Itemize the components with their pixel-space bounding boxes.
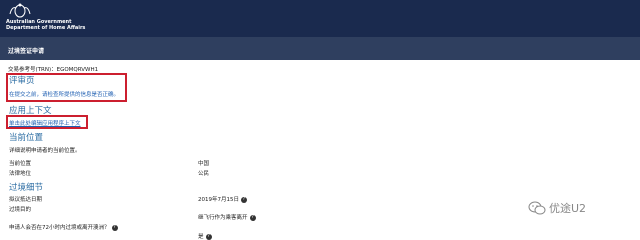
transit-purpose-label: 过境目的 (9, 207, 32, 213)
help-icon[interactable]: ? (205, 233, 212, 240)
transit-72h-question: 申请人会否在72小时内过境或离开澳洲？? (9, 223, 118, 231)
coat-of-arms-icon (9, 3, 31, 18)
transit-72h-question-text: 申请人会否在72小时内过境或离开澳洲？ (9, 225, 110, 231)
help-icon[interactable]: ? (249, 214, 256, 221)
gov-name: Australian Government Department of Home… (6, 19, 85, 31)
gov-header: Australian Government Department of Home… (0, 0, 640, 37)
legal-status-value: 公民 (198, 171, 210, 177)
transit-purpose-field: 继飞行作为乘客离开? (198, 213, 256, 221)
watermark: 优途U2 (528, 200, 586, 216)
edit-context-link[interactable]: 单击此处编辑应用程序上下文 (9, 119, 81, 127)
wechat-icon (528, 201, 546, 215)
help-icon[interactable]: ? (241, 196, 247, 203)
location-heading: 当前位置 (9, 133, 44, 143)
gov-line-2: Department of Home Affairs (6, 25, 86, 31)
transit-72h-field: 是? (198, 232, 212, 240)
arrival-date-value: 2019年7月15日 (198, 197, 239, 203)
current-location-value: 中国 (198, 161, 210, 167)
review-heading: 评审页 (9, 76, 35, 86)
transit-purpose-value: 继飞行作为乘客离开 (198, 215, 248, 221)
app-title: 过境签证申请 (8, 48, 45, 55)
legal-status-label: 法律地位 (9, 171, 32, 177)
location-desc: 详细说明申请者的当前位置。 (9, 148, 81, 154)
current-location-label: 当前位置 (9, 161, 32, 167)
arrival-date-label: 拟议抵达日期 (9, 197, 43, 203)
transit-heading: 过境细节 (9, 183, 44, 193)
app-title-bar (0, 37, 640, 60)
help-icon[interactable]: ? (111, 224, 118, 231)
review-note: 在提交之前，请检查所提供的信息是否正确。 (9, 92, 120, 98)
transit-72h-answer: 是 (198, 234, 204, 240)
watermark-text: 优途U2 (549, 202, 587, 215)
trn-line: 交易参考号(TRN)：EGOMQRVWH1 (8, 65, 98, 73)
arrival-date-field: 2019年7月15日? (198, 195, 247, 203)
